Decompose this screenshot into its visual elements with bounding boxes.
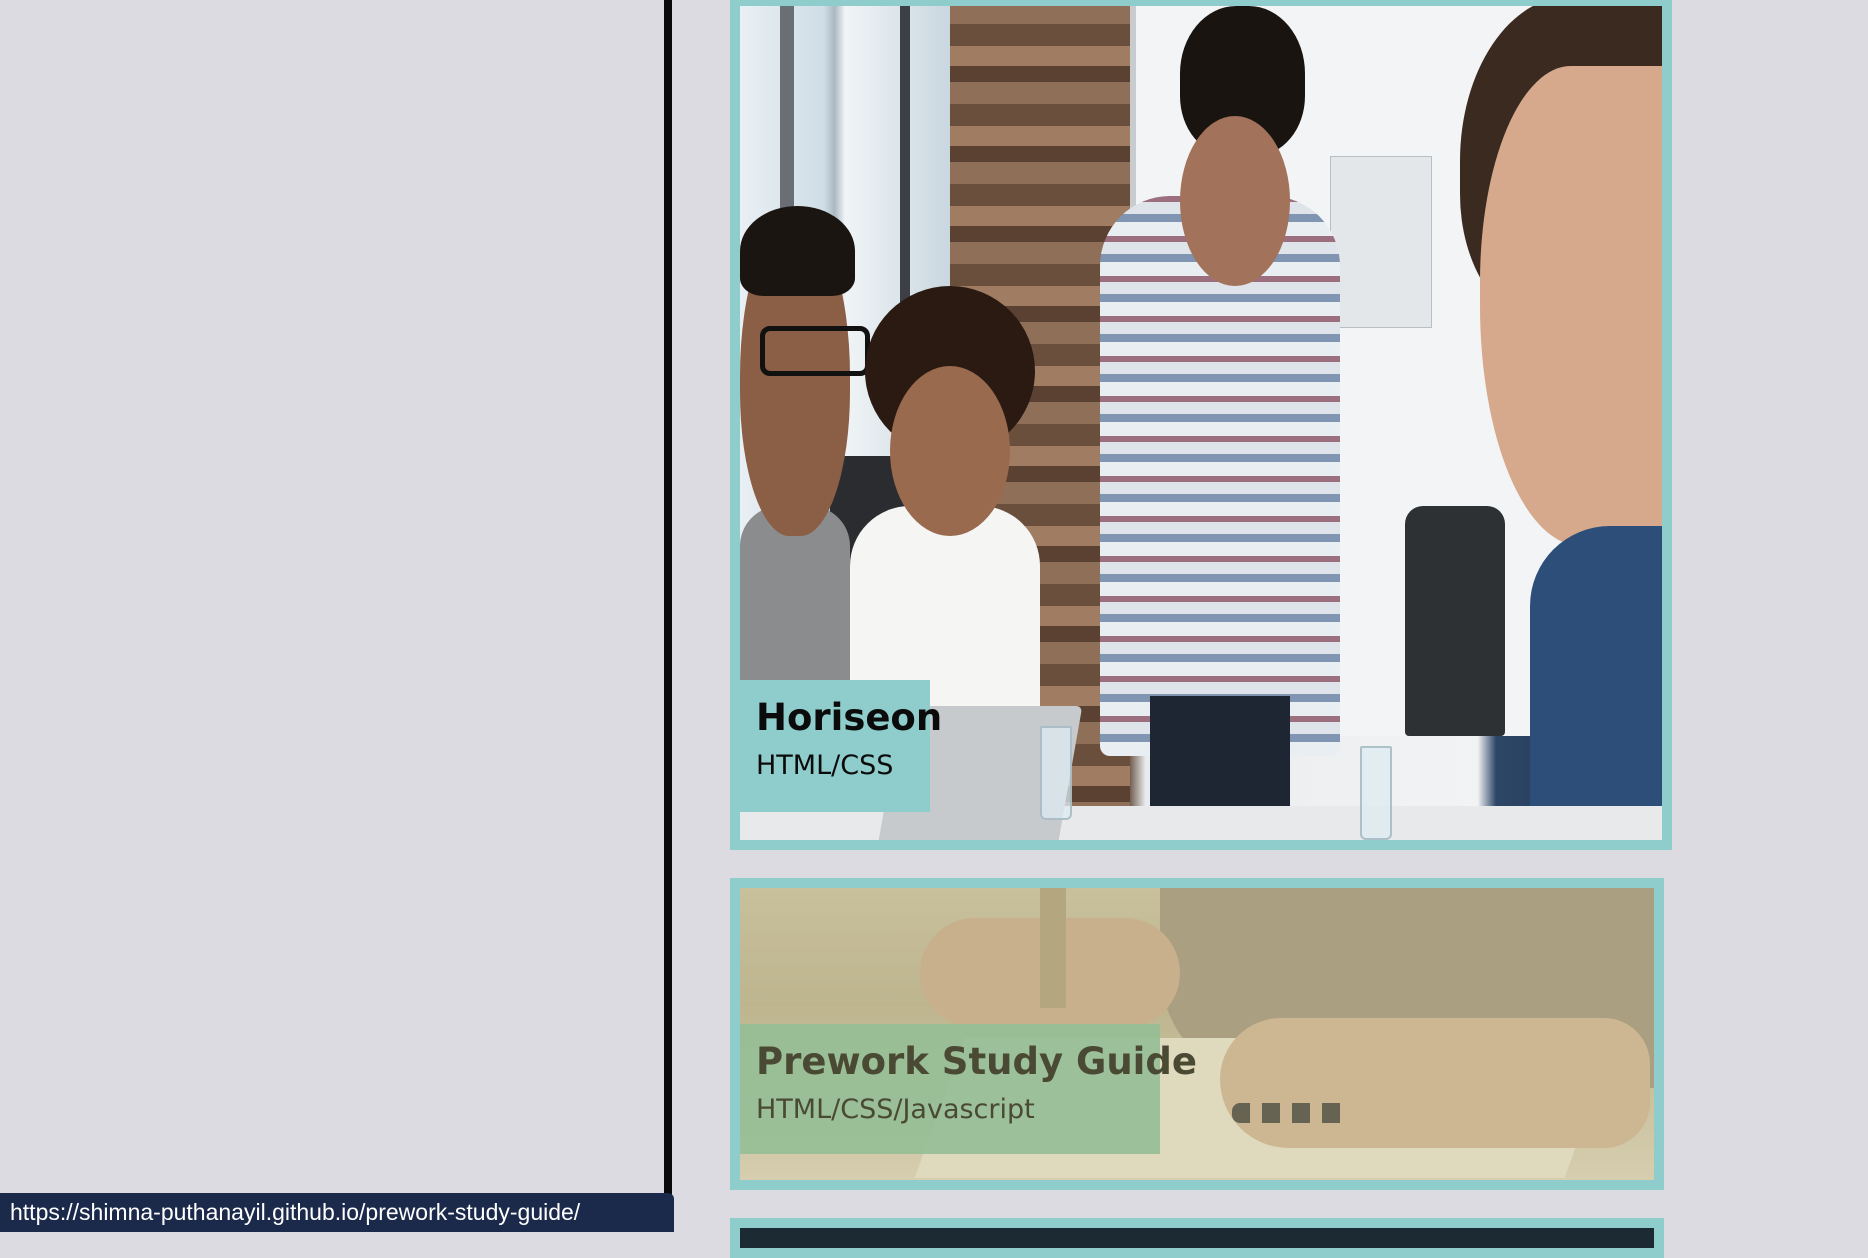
person-head [1480,66,1662,546]
project-card-horiseon[interactable]: Horiseon HTML/CSS [730,0,1672,850]
project-label-prework-study-guide: Prework Study Guide HTML/CSS/Javascript [740,1024,1197,1154]
project-title: Horiseon [756,696,943,739]
water-glass [1360,746,1392,840]
glasses [760,326,870,376]
project-label-horiseon: Horiseon HTML/CSS [740,680,943,812]
project-image-partial [740,1228,1654,1248]
water-glass [1040,726,1072,820]
person-body [1530,526,1662,840]
office-chair [1405,506,1505,736]
project-title: Prework Study Guide [756,1040,1197,1083]
person-head [1180,116,1290,286]
wireframe-sheet [1330,156,1432,328]
left-panel [0,0,664,1232]
projects-section: Horiseon HTML/CSS Prework Study Guide HT… [672,0,1868,1258]
project-card-prework-study-guide[interactable]: Prework Study Guide HTML/CSS/Javascript [730,878,1664,1190]
project-subtitle: HTML/CSS [756,750,894,781]
project-card-partial[interactable] [730,1218,1664,1258]
person-head [890,366,1010,536]
vertical-divider [664,0,672,1232]
link-preview-statusbar: https://shimna-puthanayil.github.io/prew… [0,1193,674,1232]
project-subtitle: HTML/CSS/Javascript [756,1094,1035,1125]
person-hair [740,206,855,296]
